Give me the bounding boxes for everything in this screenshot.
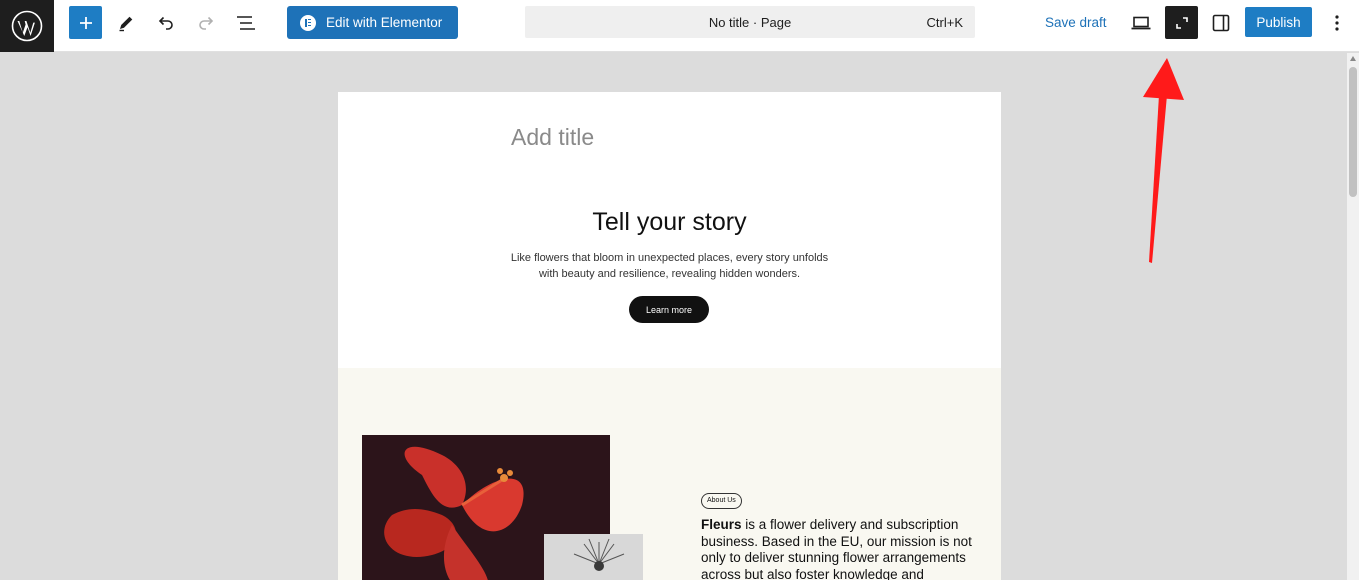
laptop-icon [1131, 16, 1150, 29]
add-block-button[interactable] [69, 6, 102, 39]
list-view-icon [236, 15, 255, 30]
sidebar-icon [1212, 14, 1229, 31]
about-us-badge[interactable]: About Us [701, 493, 742, 509]
keyboard-shortcut: Ctrl+K [926, 15, 963, 30]
redo-button[interactable] [189, 6, 222, 39]
edit-with-elementor-label: Edit with Elementor [326, 15, 443, 30]
about-description: is a flower delivery and subscription bu… [701, 517, 972, 580]
story-paragraph[interactable]: Like flowers that bloom in unexpected pl… [502, 250, 837, 282]
story-text-line1: Like flowers that bloom in unexpected pl… [510, 252, 829, 264]
elementor-icon [300, 14, 316, 31]
publish-button[interactable]: Publish [1245, 7, 1312, 37]
options-button[interactable] [1320, 6, 1353, 39]
preview-button[interactable] [1124, 6, 1157, 39]
pencil-icon [119, 16, 132, 31]
learn-more-button[interactable]: Learn more [629, 296, 709, 323]
edit-with-elementor-button[interactable]: Edit with Elementor [287, 6, 458, 39]
story-heading[interactable]: Tell your story [338, 208, 1001, 237]
vertical-scrollbar[interactable] [1347, 53, 1359, 580]
wordpress-logo-button[interactable] [0, 0, 54, 52]
fullscreen-icon [1175, 16, 1188, 29]
wordpress-icon [11, 10, 43, 42]
redo-icon [198, 16, 213, 30]
settings-sidebar-button[interactable] [1204, 6, 1237, 39]
title-placeholder[interactable]: Add title [511, 124, 594, 151]
about-section[interactable]: About Us Fleurs is a flower delivery and… [338, 368, 1001, 580]
document-title: No title · Page [708, 15, 792, 30]
editor-canvas[interactable]: Add title Tell your story Like flowers t… [338, 92, 1001, 580]
story-text-line2: with beauty and resilience, revealing hi… [538, 268, 801, 280]
brand-name: Fleurs [701, 517, 742, 532]
document-overview-button[interactable] [229, 6, 262, 39]
editor-top-toolbar: Edit with Elementor No title · Page Ctrl… [0, 0, 1359, 52]
scrollbar-thumb[interactable] [1349, 67, 1357, 197]
more-vertical-icon [1334, 14, 1339, 31]
red-arrow-annotation [1143, 58, 1184, 263]
command-palette-bar[interactable]: No title · Page Ctrl+K [525, 6, 975, 38]
dandelion-graphic [573, 538, 625, 571]
about-paragraph[interactable]: Fleurs is a flower delivery and subscrip… [701, 517, 986, 580]
undo-button[interactable] [149, 6, 182, 39]
undo-icon [158, 16, 173, 30]
save-draft-button[interactable]: Save draft [1045, 15, 1107, 30]
tools-button[interactable] [109, 6, 142, 39]
plus-icon [79, 16, 92, 29]
gray-flower-image[interactable] [544, 534, 643, 580]
fullscreen-button[interactable] [1165, 6, 1198, 39]
scroll-up-arrow-icon[interactable] [1350, 56, 1356, 61]
